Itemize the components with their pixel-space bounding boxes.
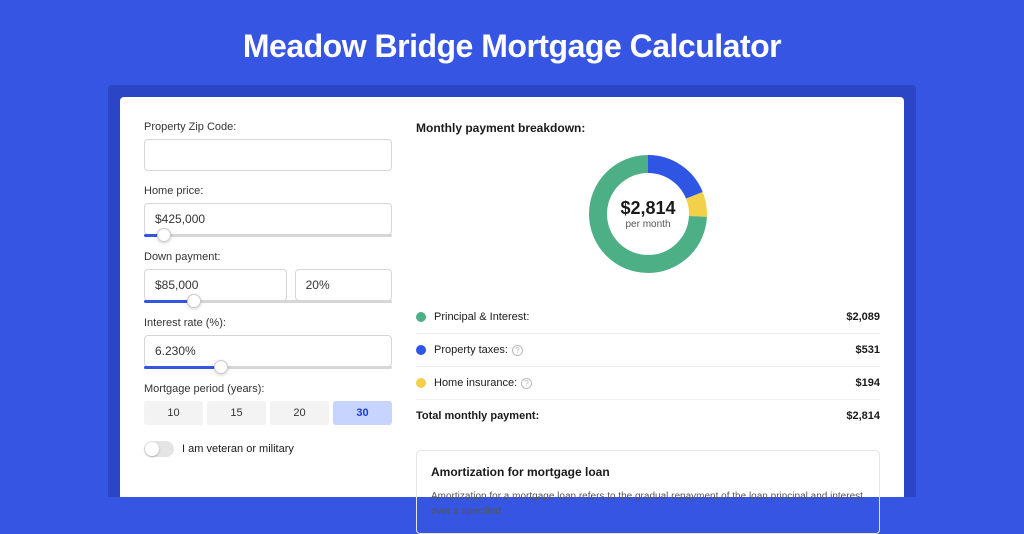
zip-field: Property Zip Code: — [144, 121, 392, 171]
info-icon[interactable]: ? — [521, 378, 532, 389]
veteran-label: I am veteran or military — [182, 443, 294, 455]
info-icon[interactable]: ? — [512, 345, 523, 356]
down-payment-input[interactable] — [144, 269, 287, 301]
period-field: Mortgage period (years): 10152030 — [144, 383, 392, 425]
legend-label: Property taxes:? — [434, 344, 856, 356]
interest-field: Interest rate (%): — [144, 317, 392, 369]
amortization-title: Amortization for mortgage loan — [431, 465, 865, 479]
legend-label: Home insurance:? — [434, 377, 856, 389]
veteran-row: I am veteran or military — [144, 441, 392, 457]
down-payment-slider[interactable] — [144, 300, 392, 303]
amortization-body: Amortization for a mortgage loan refers … — [431, 489, 865, 519]
legend-dot — [416, 378, 426, 388]
home-price-field: Home price: — [144, 185, 392, 237]
period-btn-20[interactable]: 20 — [270, 401, 329, 425]
home-price-input[interactable] — [144, 203, 392, 235]
down-payment-label: Down payment: — [144, 251, 392, 263]
veteran-toggle[interactable] — [144, 441, 174, 457]
home-price-slider[interactable] — [144, 234, 392, 237]
period-buttons: 10152030 — [144, 401, 392, 425]
browser-frame: Property Zip Code: Home price: Down paym… — [108, 85, 916, 497]
legend-value: $2,089 — [846, 311, 880, 323]
legend-label: Principal & Interest: — [434, 311, 846, 323]
zip-input[interactable] — [144, 139, 392, 171]
interest-input[interactable] — [144, 335, 392, 367]
breakdown-title: Monthly payment breakdown: — [416, 121, 880, 135]
down-payment-field: Down payment: — [144, 251, 392, 303]
amortization-card: Amortization for mortgage loan Amortizat… — [416, 450, 880, 534]
period-label: Mortgage period (years): — [144, 383, 392, 395]
interest-slider[interactable] — [144, 366, 392, 369]
calculator-panel: Property Zip Code: Home price: Down paym… — [120, 97, 904, 497]
home-price-label: Home price: — [144, 185, 392, 197]
donut-sub: per month — [625, 219, 670, 230]
total-value: $2,814 — [846, 410, 880, 422]
donut-center: $2,814 per month — [583, 149, 713, 279]
total-label: Total monthly payment: — [416, 410, 846, 422]
donut-chart: $2,814 per month — [583, 149, 713, 279]
legend-dot — [416, 345, 426, 355]
page-title: Meadow Bridge Mortgage Calculator — [0, 0, 1024, 85]
down-payment-slider-thumb[interactable] — [187, 294, 201, 308]
total-row: Total monthly payment: $2,814 — [416, 400, 880, 432]
zip-label: Property Zip Code: — [144, 121, 392, 133]
donut-chart-wrap: $2,814 per month — [416, 149, 880, 279]
legend-dot — [416, 312, 426, 322]
period-btn-15[interactable]: 15 — [207, 401, 266, 425]
interest-slider-fill — [144, 366, 221, 369]
down-payment-pct-input[interactable] — [295, 269, 392, 301]
legend-row: Property taxes:?$531 — [416, 334, 880, 367]
donut-amount: $2,814 — [620, 198, 675, 219]
interest-slider-thumb[interactable] — [214, 360, 228, 374]
legend-value: $531 — [856, 344, 880, 356]
legend-row: Principal & Interest:$2,089 — [416, 301, 880, 334]
breakdown-column: Monthly payment breakdown: $2,814 per mo… — [416, 121, 880, 497]
veteran-toggle-knob — [145, 442, 159, 456]
home-price-slider-thumb[interactable] — [157, 228, 171, 242]
legend: Principal & Interest:$2,089Property taxe… — [416, 301, 880, 400]
period-btn-30[interactable]: 30 — [333, 401, 392, 425]
form-column: Property Zip Code: Home price: Down paym… — [144, 121, 392, 497]
interest-label: Interest rate (%): — [144, 317, 392, 329]
legend-row: Home insurance:?$194 — [416, 367, 880, 400]
period-btn-10[interactable]: 10 — [144, 401, 203, 425]
legend-value: $194 — [856, 377, 880, 389]
